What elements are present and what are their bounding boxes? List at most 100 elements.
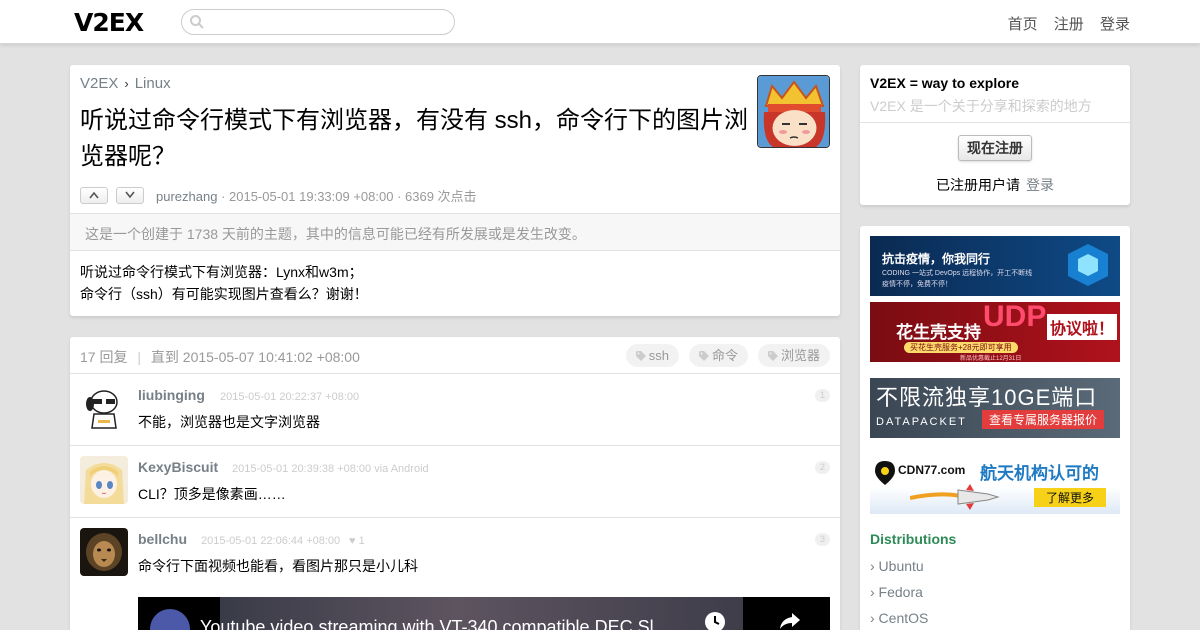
reply-item: liubinging 2015-05-01 20:22:37 +08:00 不能… <box>70 374 840 446</box>
reply-time: 2015-05-01 20:22:37 +08:00 <box>220 391 360 403</box>
tag-icon <box>635 351 646 361</box>
breadcrumb: V2EX › Linux <box>80 75 171 92</box>
reply-author[interactable]: liubinging <box>138 387 205 403</box>
ad-cta: 查看专属服务器报价 <box>982 410 1105 429</box>
topic-box: V2EX › Linux 听说过命令行模式下有浏览器，有没有 ssh，命令行下的图片… <box>70 65 840 316</box>
ad-brand: CDN77.com <box>898 463 966 477</box>
tag-label: 命令 <box>711 348 738 363</box>
site-tagline: V2EX = way to explore <box>870 75 1020 91</box>
top-bar: V2EX 首页 注册 登录 <box>0 0 1200 44</box>
ad-banner-coding[interactable]: 抗击疫情，你我同行 CODING 一站式 DevOps 远程协作，开工不断线 疫… <box>870 236 1120 296</box>
search-icon <box>190 15 204 29</box>
map-pin-icon <box>875 461 895 485</box>
age-notice: 这是一个创建于 1738 天前的主题，其中的信息可能已经有所发展或是发生改变。 <box>70 213 840 251</box>
reply-author[interactable]: bellchu <box>138 531 187 547</box>
top-nav: 首页 注册 登录 <box>996 13 1130 34</box>
dist-ubuntu[interactable]: › Ubuntu <box>870 558 924 574</box>
ad-banner-cdn77[interactable]: CDN77.com 航天机构认可的 了解更多 <box>870 454 1120 514</box>
search-box[interactable] <box>181 9 455 35</box>
reply-author[interactable]: KexyBiscuit <box>138 459 218 475</box>
divider <box>860 122 1130 123</box>
topic-title: 听说过命令行模式下有浏览器，有没有 ssh，命令行下的图片浏览器呢？ <box>80 107 749 170</box>
reply-text: CLI？顶多是像素画…… <box>138 486 286 502</box>
avatar-image <box>758 76 829 147</box>
site-logo[interactable]: V2EX <box>74 8 144 37</box>
author-name[interactable]: purezhang <box>156 189 217 204</box>
site-description: V2EX 是一个关于分享和探索的地方 <box>870 98 1092 114</box>
ad-text: 疫情不停，免费不停！ <box>882 281 952 288</box>
content-line: 命令行（ssh）有可能实现图片查看么？谢谢！ <box>80 286 368 302</box>
breadcrumb-separator: › <box>124 76 129 91</box>
reply-text: 命令行下面视频也能看，看图片那只是小儿科 <box>138 558 418 574</box>
reply-text: 不能，浏览器也是文字浏览器 <box>138 414 320 430</box>
reply-time: 2015-05-01 22:06:44 +08:00 <box>201 535 341 547</box>
embedded-video[interactable]: Youtube video streaming with VT-340 comp… <box>138 597 830 630</box>
share-icon[interactable] <box>778 611 802 630</box>
reply-avatar[interactable] <box>80 528 128 576</box>
reply-avatar[interactable] <box>80 384 128 432</box>
ad-brand: DATAPACKET <box>876 416 967 428</box>
topic-content: 听说过命令行模式下有浏览器：Lynx和w3m； 命令行（ssh）有可能实现图片查… <box>80 261 368 305</box>
reply-number: 3 <box>814 533 830 546</box>
tag-label: 浏览器 <box>780 348 820 363</box>
breadcrumb-node[interactable]: Linux <box>135 75 171 92</box>
ad-text: 新品优惠截止12月31日 <box>960 356 1022 362</box>
tag-label: ssh <box>648 348 669 363</box>
tag-command[interactable]: 命令 <box>688 344 748 367</box>
replies-header: 17 回复 | 直到 2015-05-07 10:41:02 +08:00 ss… <box>70 337 840 374</box>
registered-label: 已注册用户请 <box>936 177 1020 193</box>
reply-summary: 17 回复 | 直到 2015-05-07 10:41:02 +08:00 <box>80 347 360 367</box>
video-title[interactable]: Youtube video streaming with VT-340 comp… <box>200 617 669 630</box>
dist-centos[interactable]: › CentOS <box>870 610 928 626</box>
replies-box: 17 回复 | 直到 2015-05-07 10:41:02 +08:00 ss… <box>70 337 840 630</box>
tag-icon <box>767 351 778 361</box>
sidebar-box: 抗击疫情，你我同行 CODING 一站式 DevOps 远程协作，开工不断线 疫… <box>860 226 1130 630</box>
ad-headline: 航天机构认可的 <box>980 464 1099 483</box>
avatar-image <box>80 384 128 432</box>
rocket-graphic <box>910 484 1000 510</box>
ad-text: CODING 一站式 DevOps 远程协作，开工不断线 <box>882 270 1033 277</box>
watch-later-icon[interactable] <box>704 611 726 630</box>
tag-browser[interactable]: 浏览器 <box>757 344 830 367</box>
nav-home[interactable]: 首页 <box>1008 16 1038 33</box>
ad-headline: 抗击疫情，你我同行 <box>882 252 991 266</box>
topic-meta: purezhang · 2015-05-01 19:33:09 +08:00 ·… <box>156 186 477 205</box>
summary-divider: | <box>137 349 141 365</box>
reply-number: 1 <box>814 389 830 402</box>
avatar-image <box>80 456 128 504</box>
channel-avatar <box>150 609 190 630</box>
search-input[interactable] <box>210 13 446 31</box>
reply-time: 2015-05-01 20:39:38 +08:00 via Android <box>232 463 429 475</box>
breadcrumb-home[interactable]: V2EX <box>80 75 118 92</box>
topic-time-views: · 2015-05-01 19:33:09 +08:00 · 6369 次点击 <box>217 189 477 204</box>
ad-badge: 协议啦！ <box>1047 314 1118 340</box>
author-avatar[interactable] <box>757 75 830 148</box>
upvote-button[interactable] <box>80 187 108 204</box>
ad-banner-oray[interactable]: 花生壳支持 UDP 协议啦！ 买花生壳服务+28元即可享用 新品优惠截止12月3… <box>870 302 1120 362</box>
distributions-title[interactable]: Distributions <box>870 531 956 547</box>
signup-button[interactable]: 现在注册 <box>958 135 1032 161</box>
ad-cta: 了解更多 <box>1034 488 1107 507</box>
signin-link[interactable]: 登录 <box>1026 177 1054 193</box>
last-reply-time: 直到 2015-05-07 10:41:02 +08:00 <box>150 349 360 365</box>
chevron-down-icon <box>125 191 135 199</box>
signin-line: 已注册用户请 登录 <box>860 175 1130 195</box>
ad-text: 买花生壳服务+28元即可享用 <box>904 342 1018 353</box>
tag-list: ssh 命令 浏览器 <box>616 344 830 367</box>
content-line: 听说过命令行模式下有浏览器：Lynx和w3m； <box>80 264 363 280</box>
reply-avatar[interactable] <box>80 456 128 504</box>
ad-headline: 花生壳支持 <box>896 323 981 342</box>
tag-icon <box>698 351 709 361</box>
reply-likes: ♥ 1 <box>349 535 365 547</box>
ad-banner-datapacket[interactable]: 不限流独享10GE端口 DATAPACKET 查看专属服务器报价 <box>870 378 1120 438</box>
tag-ssh[interactable]: ssh <box>625 344 679 367</box>
dist-fedora[interactable]: › Fedora <box>870 584 923 600</box>
avatar-image <box>80 528 128 576</box>
reply-count: 17 回复 <box>80 349 128 365</box>
ad-headline: 不限流独享10GE端口 <box>876 385 1098 410</box>
nav-signup[interactable]: 注册 <box>1054 16 1084 33</box>
ad-highlight: UDP <box>983 302 1047 333</box>
nav-signin[interactable]: 登录 <box>1100 16 1130 33</box>
chevron-up-icon <box>89 191 99 199</box>
downvote-button[interactable] <box>116 187 144 204</box>
